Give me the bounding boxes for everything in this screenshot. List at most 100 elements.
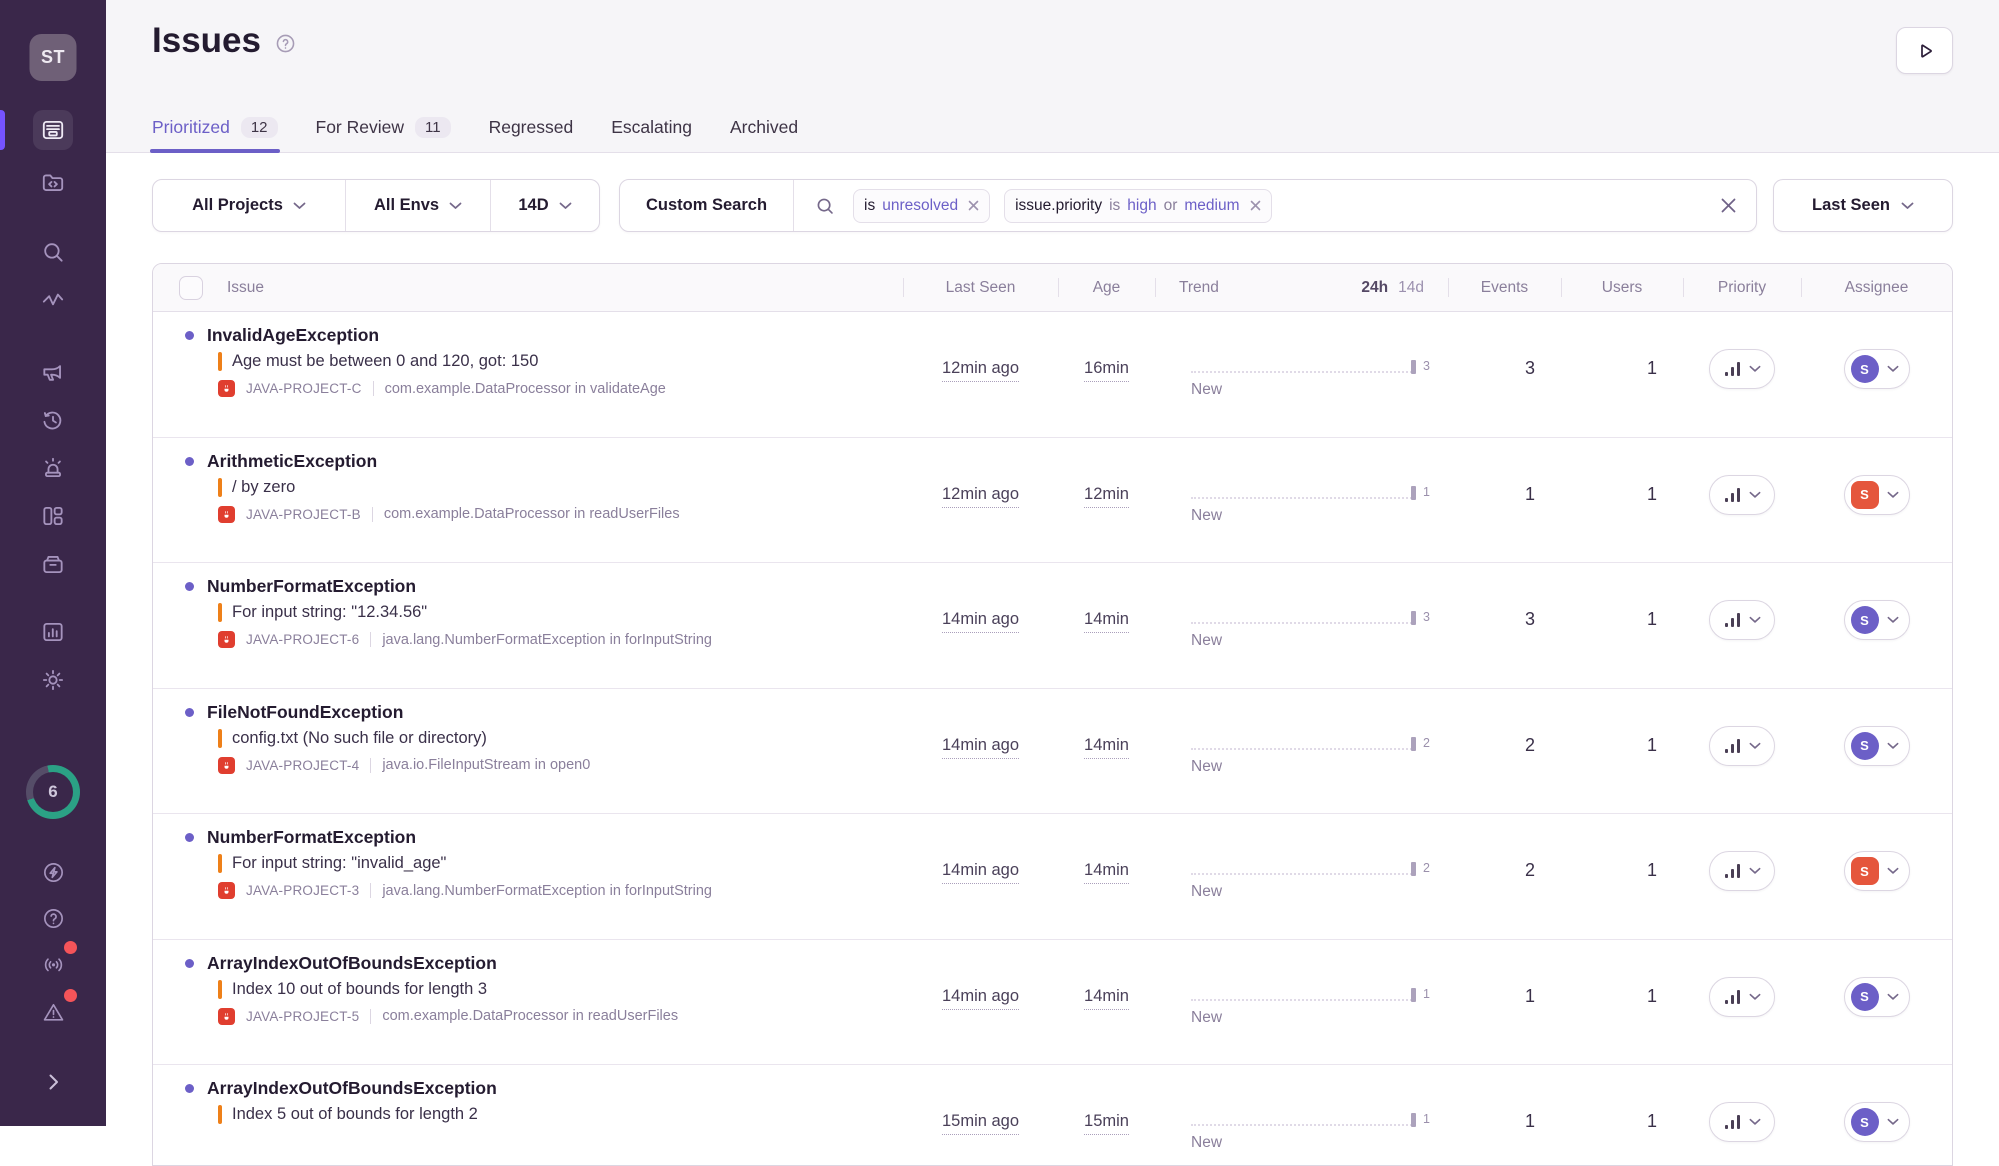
performance-boost-icon[interactable] [33,852,73,892]
help-nav-icon[interactable] [33,898,73,938]
last-seen-value: 14min ago [942,736,1019,759]
priority-bars-icon [1725,739,1741,753]
project-slug[interactable]: JAVA-PROJECT-3 [246,883,359,898]
priority-button[interactable] [1709,600,1776,640]
issue-title[interactable]: ArithmeticException [207,451,377,472]
java-project-icon [218,631,235,648]
date-range-dropdown[interactable]: 14D [490,180,599,231]
priority-button[interactable] [1709,1102,1776,1142]
tab[interactable]: Escalating [611,117,692,152]
project-slug[interactable]: JAVA-PROJECT-6 [246,632,359,647]
alerts-nav-icon[interactable] [33,448,73,488]
issue-title[interactable]: InvalidAgeException [207,325,379,346]
token-part: is [1109,197,1120,215]
issue-search-bar[interactable]: Custom Search isunresolved issue.priorit… [619,179,1757,232]
search-nav-icon[interactable] [33,232,73,272]
meta-divider [370,883,371,898]
column-last-seen[interactable]: Last Seen [903,264,1058,311]
org-avatar[interactable]: ST [30,34,77,81]
search-token[interactable]: issue.priorityishighormedium [1004,189,1271,223]
project-slug[interactable]: JAVA-PROJECT-C [246,381,362,396]
column-users[interactable]: Users [1561,264,1683,311]
explore-code-icon[interactable] [33,163,73,203]
events-count: 2 [1448,814,1561,939]
active-nav-indicator [0,110,5,150]
project-filter-dropdown[interactable]: All Projects [153,180,345,231]
unread-indicator-dot [185,959,194,968]
last-seen-value: 12min ago [942,359,1019,382]
assignee-button[interactable]: S [1844,475,1910,515]
page-help-icon[interactable] [275,33,296,54]
issue-row[interactable]: ArrayIndexOutOfBoundsException Index 10 … [153,940,1952,1066]
dashboards-nav-icon[interactable] [33,496,73,536]
column-events[interactable]: Events [1448,264,1561,311]
service-incidents-icon[interactable] [33,992,73,1032]
stats-nav-icon[interactable] [33,612,73,652]
issue-title[interactable]: NumberFormatException [207,827,416,848]
replay-tour-button[interactable] [1896,27,1953,74]
environment-filter-dropdown[interactable]: All Envs [345,180,490,231]
whats-new-broadcast-icon[interactable] [33,944,73,984]
priority-bars-icon [1725,1115,1741,1129]
project-slug[interactable]: JAVA-PROJECT-4 [246,758,359,773]
priority-button[interactable] [1709,977,1776,1017]
priority-button[interactable] [1709,475,1776,515]
trend-14d-toggle[interactable]: 14d [1398,279,1424,297]
issue-row[interactable]: ArrayIndexOutOfBoundsException Index 5 o… [153,1065,1952,1166]
issue-meta: JAVA-PROJECT-B com.example.DataProcessor… [218,506,903,523]
last-seen-value: 14min ago [942,861,1019,884]
assignee-button[interactable]: S [1844,349,1910,389]
feedback-nav-icon[interactable] [33,352,73,392]
last-seen-cell: 14min ago [903,814,1058,939]
clear-search-icon[interactable] [1719,196,1738,215]
sort-dropdown[interactable]: Last Seen [1773,179,1953,232]
issues-nav-icon[interactable] [33,110,73,150]
column-age[interactable]: Age [1058,264,1155,311]
trend-24h-toggle[interactable]: 24h [1361,279,1388,297]
custom-search-button[interactable]: Custom Search [620,180,794,231]
issue-row[interactable]: NumberFormatException For input string: … [153,563,1952,689]
issue-row[interactable]: ArithmeticException / by zero JAVA-PROJE… [153,438,1952,564]
issue-title[interactable]: ArrayIndexOutOfBoundsException [207,953,497,974]
users-count: 1 [1561,940,1683,1065]
assignee-button[interactable]: S [1844,1102,1910,1142]
assignee-avatar: S [1851,857,1879,885]
priority-button[interactable] [1709,726,1776,766]
tab[interactable]: For Review 11 [316,117,451,152]
releases-nav-icon[interactable] [33,544,73,584]
project-filter-label: All Projects [192,196,283,215]
issue-row[interactable]: NumberFormatException For input string: … [153,814,1952,940]
priority-button[interactable] [1709,349,1776,389]
token-remove-icon[interactable] [968,200,979,211]
tab[interactable]: Prioritized 12 [152,117,278,152]
project-slug[interactable]: JAVA-PROJECT-B [246,507,361,522]
last-seen-value: 14min ago [942,987,1019,1010]
search-token[interactable]: isunresolved [853,189,990,223]
assignee-button[interactable]: S [1844,726,1910,766]
trend-max-value: 1 [1423,988,1430,1001]
issue-title[interactable]: ArrayIndexOutOfBoundsException [207,1078,497,1099]
assignee-button[interactable]: S [1844,600,1910,640]
traces-nav-icon[interactable] [33,280,73,320]
select-all-checkbox[interactable] [179,276,203,300]
replays-nav-icon[interactable] [33,400,73,440]
quota-usage-ring[interactable]: 6 [26,765,80,819]
table-header: Issue Last Seen Age Trend 24h 14d Events… [153,264,1952,312]
age-value: 14min [1084,861,1129,884]
tab[interactable]: Regressed [489,117,574,152]
issue-title[interactable]: NumberFormatException [207,576,416,597]
project-slug[interactable]: JAVA-PROJECT-5 [246,1009,359,1024]
token-remove-icon[interactable] [1250,200,1261,211]
priority-bars-icon [1725,864,1741,878]
settings-gear-icon[interactable] [33,660,73,700]
trend-max-value: 1 [1423,486,1430,499]
assignee-button[interactable]: S [1844,851,1910,891]
priority-button[interactable] [1709,851,1776,891]
issue-row[interactable]: InvalidAgeException Age must be between … [153,312,1952,438]
issue-message: For input string: "12.34.56" [232,603,427,622]
issue-title[interactable]: FileNotFoundException [207,702,403,723]
expand-sidebar-chevron-icon[interactable] [33,1062,73,1102]
tab[interactable]: Archived [730,117,798,152]
issue-row[interactable]: FileNotFoundException config.txt (No suc… [153,689,1952,815]
assignee-button[interactable]: S [1844,977,1910,1017]
